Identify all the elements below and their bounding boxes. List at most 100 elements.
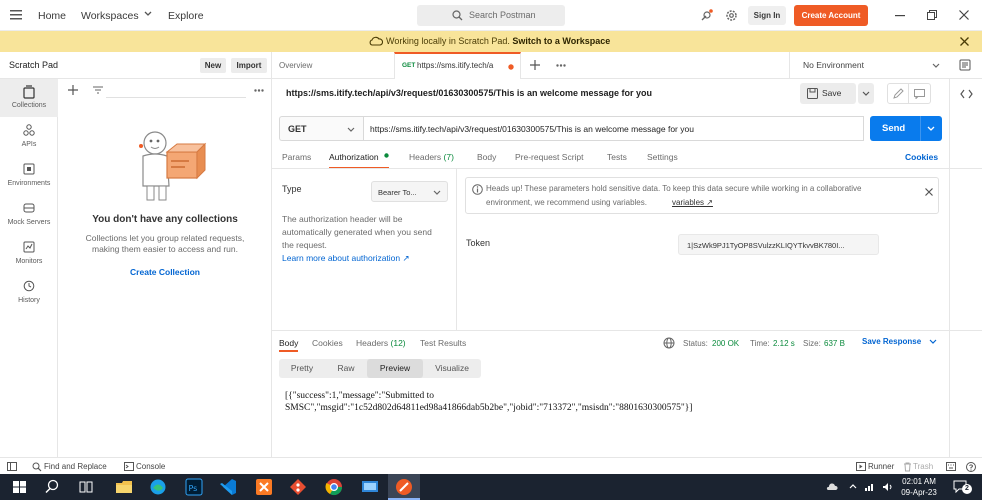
headers-count: (7)	[443, 152, 454, 162]
xampp-icon[interactable]	[254, 477, 274, 497]
network-icon[interactable]	[864, 482, 875, 492]
tab-authorization[interactable]: Authorization	[329, 148, 390, 169]
tab-params[interactable]: Params	[282, 152, 311, 162]
view-preview[interactable]: Preview	[367, 359, 423, 378]
windows-start-icon[interactable]	[10, 477, 30, 497]
nav-home[interactable]: Home	[38, 10, 66, 22]
tab-settings[interactable]: Settings	[647, 152, 678, 162]
response-tab-headers[interactable]: Headers (12)	[356, 338, 406, 348]
environment-quick-look-icon[interactable]	[959, 59, 971, 71]
chevron-up-icon[interactable]	[849, 484, 857, 489]
gear-icon[interactable]	[725, 9, 738, 22]
variables-link[interactable]: variables ↗	[672, 198, 713, 207]
create-collection-link[interactable]: Create Collection	[58, 267, 272, 277]
auth-type-label: Type	[282, 184, 302, 194]
url-input[interactable]: https://sms.itify.tech/api/v3/request/01…	[363, 116, 864, 141]
restore-icon[interactable]	[927, 10, 937, 20]
nav-workspaces[interactable]: Workspaces	[81, 10, 139, 22]
postman-taskbar-button[interactable]	[388, 474, 420, 500]
trash-button[interactable]: Trash	[913, 462, 933, 471]
response-tab-body[interactable]: Body	[279, 334, 299, 352]
method-select[interactable]: GET	[279, 116, 363, 141]
chrome-icon[interactable]	[324, 477, 344, 497]
sidebar-item-environments[interactable]: Environments	[0, 157, 58, 195]
chevron-down-icon[interactable]	[927, 126, 935, 131]
right-rail	[949, 79, 982, 457]
task-view-icon[interactable]	[76, 477, 96, 497]
save-button[interactable]: Save	[800, 83, 856, 104]
empty-collections-desc: Collections let you group related reques…	[85, 233, 245, 243]
chevron-down-icon[interactable]	[144, 11, 152, 17]
tab-prerequest-script[interactable]: Pre-request Script	[515, 152, 584, 162]
more-options-icon[interactable]	[254, 89, 264, 92]
view-raw[interactable]: Raw	[325, 359, 367, 378]
tab-active-request[interactable]: GET https://sms.itify.tech/a	[394, 52, 521, 79]
cookies-link[interactable]: Cookies	[905, 152, 938, 162]
sidebar-item-label: Collections	[11, 102, 47, 109]
tab-overview[interactable]: Overview	[279, 52, 312, 79]
sidebar-item-collections[interactable]: Collections	[0, 79, 58, 117]
close-banner-icon[interactable]	[960, 37, 969, 46]
vscode-icon[interactable]	[218, 477, 238, 497]
request-tab-bar: Overview GET https://sms.itify.tech/a No…	[272, 52, 982, 79]
help-icon[interactable]	[966, 462, 976, 472]
sidebar-item-mock-servers[interactable]: Mock Servers	[0, 196, 58, 234]
import-button[interactable]: Import	[231, 58, 267, 73]
chevron-down-icon	[347, 127, 355, 132]
create-account-button[interactable]: Create Account	[794, 5, 868, 26]
filter-icon[interactable]	[93, 86, 103, 94]
close-window-icon[interactable]	[959, 10, 969, 20]
keyboard-icon[interactable]	[946, 462, 956, 471]
file-explorer-icon[interactable]	[114, 477, 134, 497]
new-tab-icon[interactable]	[530, 60, 540, 70]
comments-button[interactable]	[909, 83, 931, 104]
token-input[interactable]: 1|SzWk9PJ1TyOP8SVulzzKLIQYTkvvBK780I...	[678, 234, 879, 255]
save-response-button[interactable]: Save Response	[862, 336, 937, 350]
send-button[interactable]: Send	[870, 116, 942, 141]
notification-center-button[interactable]: 2	[952, 478, 972, 496]
tab-body[interactable]: Body	[477, 152, 496, 162]
switch-workspace-link[interactable]: Switch to a Workspace	[512, 36, 610, 46]
weather-icon[interactable]	[826, 482, 838, 492]
console-button[interactable]: Console	[136, 462, 165, 471]
response-tab-cookies[interactable]: Cookies	[312, 338, 343, 348]
view-pretty[interactable]: Pretty	[279, 359, 325, 378]
collection-search-input[interactable]	[106, 83, 246, 98]
learn-more-link[interactable]: Learn more about authorization ↗	[282, 253, 410, 264]
auth-type-select[interactable]: Bearer To...	[371, 181, 448, 202]
find-replace-button[interactable]: Find and Replace	[44, 462, 107, 471]
photoshop-icon[interactable]: Ps	[184, 477, 204, 497]
layout-icon[interactable]	[7, 462, 17, 471]
close-notice-icon[interactable]	[925, 188, 933, 196]
satellite-icon[interactable]	[700, 9, 713, 22]
tab-tests[interactable]: Tests	[607, 152, 627, 162]
runner-button[interactable]: Runner	[868, 462, 894, 471]
tab-headers[interactable]: Headers (7)	[409, 152, 454, 162]
new-button[interactable]: New	[200, 58, 226, 73]
menu-icon[interactable]	[10, 10, 22, 20]
save-dropdown-button[interactable]	[858, 83, 874, 104]
taskbar-search-icon[interactable]	[42, 477, 62, 497]
token-value: 1|SzWk9PJ1TyOP8SVulzzKLIQYTkvvBK780I...	[687, 241, 845, 250]
add-collection-icon[interactable]	[68, 85, 78, 95]
response-tab-test-results[interactable]: Test Results	[420, 338, 466, 348]
taskbar-clock[interactable]: 02:01 AM 09-Apr-23	[898, 476, 940, 498]
sign-in-button[interactable]: Sign In	[748, 6, 786, 25]
view-visualize[interactable]: Visualize	[423, 359, 481, 378]
sidebar-header: Scratch Pad New Import	[0, 52, 272, 79]
remote-desktop-icon[interactable]	[360, 477, 380, 497]
minimize-icon[interactable]	[895, 15, 905, 17]
tab-more-icon[interactable]	[556, 64, 566, 67]
code-snippet-icon[interactable]	[960, 89, 973, 99]
sidebar-item-apis[interactable]: APIs	[0, 118, 58, 156]
sidebar-item-history[interactable]: History	[0, 274, 58, 312]
nav-explore[interactable]: Explore	[168, 10, 204, 22]
mock-servers-icon	[23, 202, 35, 214]
volume-icon[interactable]	[882, 482, 893, 492]
git-icon[interactable]	[288, 477, 308, 497]
edge-browser-icon[interactable]	[148, 477, 168, 497]
edit-button[interactable]	[887, 83, 909, 104]
environment-selector[interactable]: No Environment	[789, 52, 949, 79]
search-input[interactable]: Search Postman	[417, 5, 565, 26]
sidebar-item-monitors[interactable]: Monitors	[0, 235, 58, 273]
